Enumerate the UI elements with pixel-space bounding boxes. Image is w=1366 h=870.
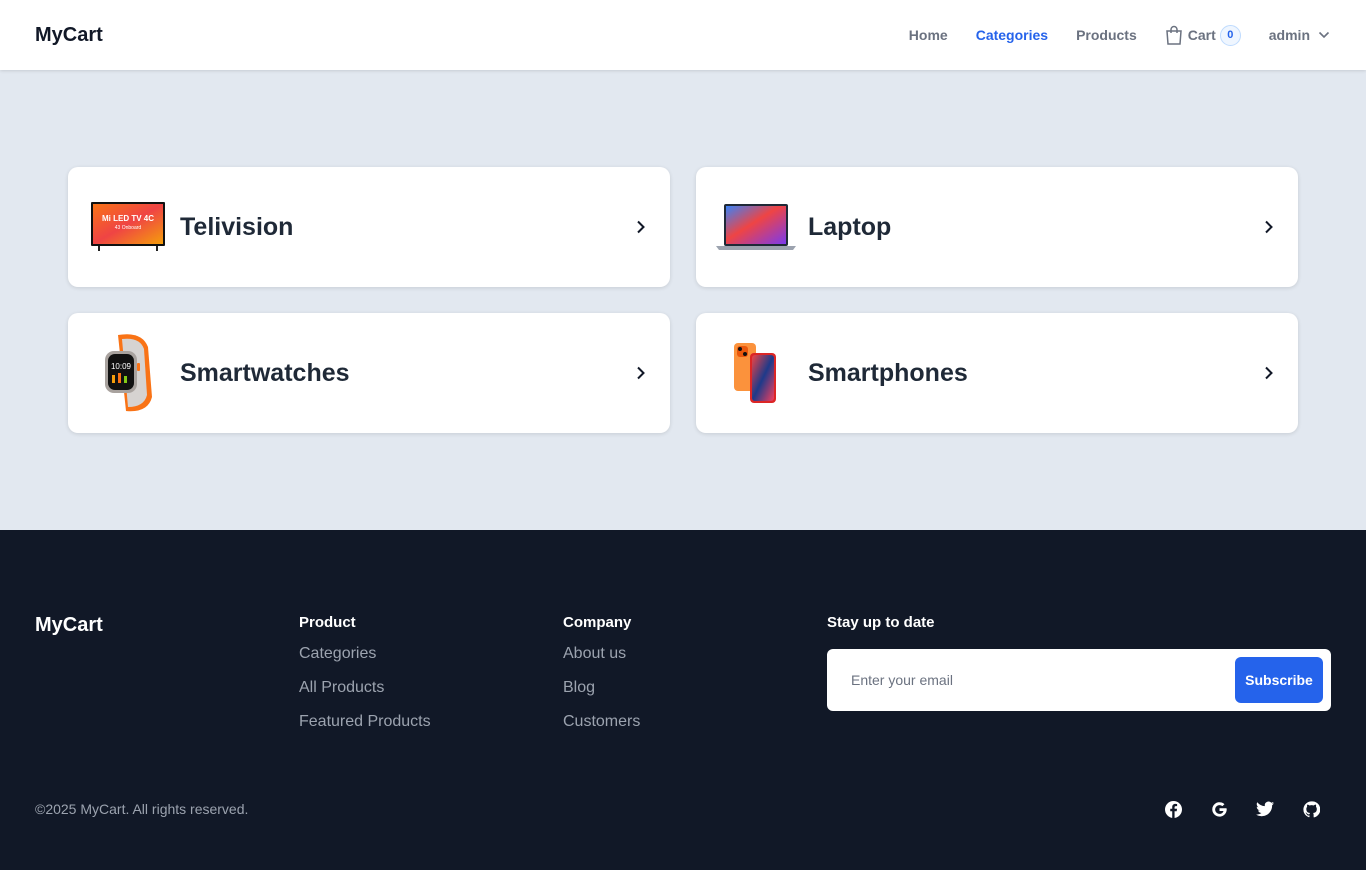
- newsletter-form: Subscribe: [827, 649, 1331, 711]
- cart-link[interactable]: Cart 0: [1165, 24, 1241, 46]
- tv-screen-subtitle: 43 Onboard: [115, 225, 142, 231]
- user-menu[interactable]: admin: [1269, 27, 1330, 43]
- svg-text:10:09: 10:09: [111, 362, 132, 371]
- chevron-right-icon: [637, 220, 645, 234]
- laptop-image: [716, 187, 796, 267]
- main-nav: Home Categories Products Cart 0 admin: [881, 0, 1330, 70]
- category-card-laptop[interactable]: Laptop: [696, 167, 1298, 287]
- nav-products[interactable]: Products: [1076, 27, 1137, 43]
- footer-link-featured-products[interactable]: Featured Products: [299, 713, 431, 731]
- newsletter-heading: Stay up to date: [827, 614, 935, 631]
- shopping-bag-icon: [1165, 25, 1182, 45]
- footer-link-customers[interactable]: Customers: [563, 713, 640, 731]
- cart-count-badge: 0: [1219, 24, 1241, 46]
- github-icon[interactable]: [1302, 800, 1320, 818]
- category-card-television[interactable]: Mi LED TV 4C 43 Onboard Telivision: [68, 167, 670, 287]
- category-label: Smartphones: [808, 358, 968, 387]
- footer-brand[interactable]: MyCart: [35, 614, 103, 637]
- footer-link-all-products[interactable]: All Products: [299, 679, 431, 697]
- chevron-right-icon: [1265, 366, 1273, 380]
- smartphone-image: [716, 333, 796, 413]
- tv-screen-title: Mi LED TV 4C: [102, 214, 154, 223]
- category-card-smartphones[interactable]: Smartphones: [696, 313, 1298, 433]
- site-footer: MyCart Product Categories All Products F…: [0, 530, 1366, 870]
- twitter-icon[interactable]: [1256, 800, 1274, 818]
- chevron-down-icon: [1318, 31, 1330, 39]
- top-navbar: MyCart Home Categories Products Cart 0 a…: [0, 0, 1366, 70]
- nav-categories[interactable]: Categories: [976, 27, 1048, 43]
- cart-label: Cart: [1187, 27, 1216, 43]
- copyright-text: ©2025 MyCart. All rights reserved.: [35, 801, 249, 817]
- facebook-icon[interactable]: [1164, 800, 1182, 818]
- google-icon[interactable]: [1210, 800, 1228, 818]
- footer-link-blog[interactable]: Blog: [563, 679, 640, 697]
- footer-product-column: Product Categories All Products Featured…: [299, 614, 431, 747]
- category-card-smartwatches[interactable]: 10:09 Smartwatches: [68, 313, 670, 433]
- footer-company-heading: Company: [563, 614, 632, 631]
- subscribe-button[interactable]: Subscribe: [1235, 657, 1323, 703]
- category-label: Telivision: [180, 212, 294, 241]
- footer-product-heading: Product: [299, 614, 356, 631]
- tv-image: Mi LED TV 4C 43 Onboard: [88, 187, 168, 267]
- smartwatch-image: 10:09: [88, 333, 168, 413]
- chevron-right-icon: [1265, 220, 1273, 234]
- chevron-right-icon: [637, 366, 645, 380]
- brand-logo[interactable]: MyCart: [35, 24, 103, 47]
- nav-home[interactable]: Home: [909, 27, 948, 43]
- email-input[interactable]: [851, 672, 1235, 688]
- category-label: Smartwatches: [180, 358, 350, 387]
- footer-company-column: Company About us Blog Customers: [563, 614, 640, 747]
- footer-link-about-us[interactable]: About us: [563, 645, 640, 663]
- social-links: [1136, 800, 1320, 818]
- footer-link-categories[interactable]: Categories: [299, 645, 431, 663]
- user-name: admin: [1268, 27, 1310, 43]
- category-label: Laptop: [808, 212, 892, 241]
